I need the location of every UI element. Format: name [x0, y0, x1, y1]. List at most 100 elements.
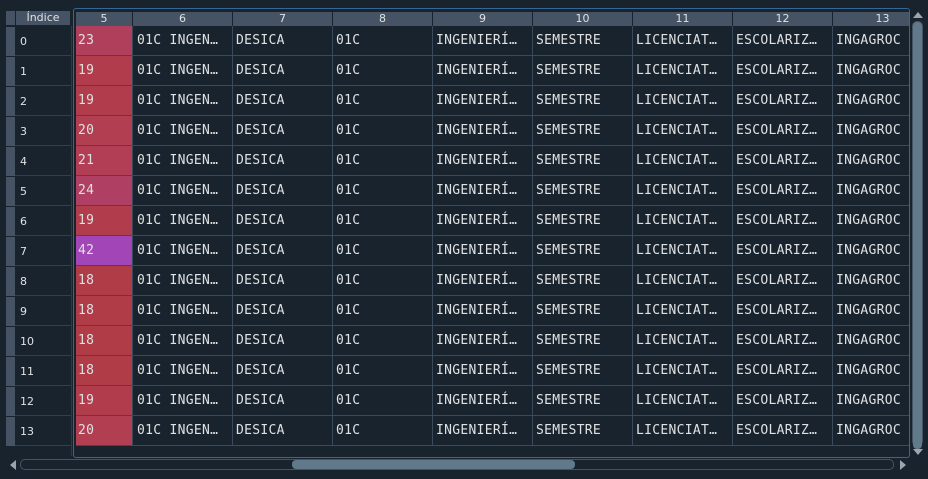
table-cell[interactable]: 19	[76, 386, 133, 416]
table-cell[interactable]: INGAGROC	[833, 356, 909, 386]
table-cell[interactable]: ESCOLARIZ…	[733, 26, 833, 56]
table-cell[interactable]: ESCOLARIZ…	[733, 146, 833, 176]
index-row[interactable]: 8	[6, 266, 71, 296]
table-cell[interactable]: SEMESTRE	[533, 326, 633, 356]
table-cell[interactable]: INGAGROC	[833, 86, 909, 116]
table-cell[interactable]: INGENIERÍ…	[433, 236, 533, 266]
table-cell[interactable]: 01C INGEN…	[133, 236, 233, 266]
table-cell[interactable]: 01C INGEN…	[133, 326, 233, 356]
index-row[interactable]: 10	[6, 326, 71, 356]
table-cell[interactable]: ESCOLARIZ…	[733, 56, 833, 86]
index-row[interactable]: 1	[6, 56, 71, 86]
table-cell[interactable]: INGAGROC	[833, 266, 909, 296]
table-row[interactable]: 19 01C INGEN… DESICA 01C INGENIERÍ… SEMESTRE L…	[74, 56, 909, 86]
table-cell[interactable]: 01C	[333, 386, 433, 416]
table-cell[interactable]: INGAGROC	[833, 386, 909, 416]
table-cell[interactable]: 01C INGEN…	[133, 266, 233, 296]
table-cell[interactable]: INGENIERÍ…	[433, 326, 533, 356]
table-cell[interactable]: INGAGROC	[833, 56, 909, 86]
table-cell[interactable]: SEMESTRE	[533, 386, 633, 416]
table-cell[interactable]: DESICA	[233, 56, 333, 86]
table-cell[interactable]: 42	[76, 236, 133, 266]
table-cell[interactable]: SEMESTRE	[533, 86, 633, 116]
column-header[interactable]: 5	[76, 12, 133, 26]
table-row[interactable]: 19 01C INGEN… DESICA 01C INGENIERÍ… SEMESTRE L…	[74, 86, 909, 116]
table-cell[interactable]: 01C INGEN…	[133, 206, 233, 236]
table-cell[interactable]: 19	[76, 86, 133, 116]
column-header[interactable]: 8	[333, 12, 433, 26]
table-cell[interactable]: DESICA	[233, 416, 333, 446]
table-cell[interactable]: INGAGROC	[833, 416, 909, 446]
table-cell[interactable]: ESCOLARIZ…	[733, 326, 833, 356]
table-cell[interactable]: SEMESTRE	[533, 56, 633, 86]
table-cell[interactable]: 01C	[333, 206, 433, 236]
table-cell[interactable]: SEMESTRE	[533, 416, 633, 446]
table-cell[interactable]: INGENIERÍ…	[433, 176, 533, 206]
column-header[interactable]: 9	[433, 12, 533, 26]
table-cell[interactable]: 01C	[333, 86, 433, 116]
index-row[interactable]: 0	[6, 26, 71, 56]
table-cell[interactable]: LICENCIAT…	[633, 176, 733, 206]
horizontal-scrollbar[interactable]	[8, 458, 908, 471]
table-cell[interactable]: 01C INGEN…	[133, 146, 233, 176]
table-cell[interactable]: LICENCIAT…	[633, 236, 733, 266]
table-cell[interactable]: LICENCIAT…	[633, 386, 733, 416]
index-row[interactable]: 5	[6, 176, 71, 206]
table-cell[interactable]: 19	[76, 206, 133, 236]
table-cell[interactable]: INGAGROC	[833, 146, 909, 176]
table-row[interactable]: 20 01C INGEN… DESICA 01C INGENIERÍ… SEMESTRE L…	[74, 116, 909, 146]
table-cell[interactable]: INGAGROC	[833, 26, 909, 56]
column-header[interactable]: 6	[133, 12, 233, 26]
table-cell[interactable]: SEMESTRE	[533, 236, 633, 266]
table-cell[interactable]: 01C	[333, 146, 433, 176]
column-header[interactable]: 12	[733, 12, 833, 26]
table-cell[interactable]: 01C	[333, 236, 433, 266]
table-cell[interactable]: INGAGROC	[833, 296, 909, 326]
index-row[interactable]: 12	[6, 386, 71, 416]
vertical-scrollbar[interactable]	[911, 10, 924, 455]
table-cell[interactable]: 18	[76, 266, 133, 296]
table-cell[interactable]: 01C	[333, 116, 433, 146]
table-cell[interactable]: INGENIERÍ…	[433, 296, 533, 326]
column-header[interactable]: 7	[233, 12, 333, 26]
table-cell[interactable]: 01C	[333, 326, 433, 356]
index-row[interactable]: 4	[6, 146, 71, 176]
table-cell[interactable]: 01C INGEN…	[133, 176, 233, 206]
table-row[interactable]: 18 01C INGEN… DESICA 01C INGENIERÍ… SEMESTRE L…	[74, 266, 909, 296]
table-cell[interactable]: ESCOLARIZ…	[733, 356, 833, 386]
table-cell[interactable]: INGAGROC	[833, 206, 909, 236]
index-row[interactable]: 13	[6, 416, 71, 446]
table-cell[interactable]: ESCOLARIZ…	[733, 416, 833, 446]
table-cell[interactable]: INGENIERÍ…	[433, 56, 533, 86]
table-cell[interactable]: INGENIERÍ…	[433, 266, 533, 296]
table-cell[interactable]: INGENIERÍ…	[433, 206, 533, 236]
table-row[interactable]: 18 01C INGEN… DESICA 01C INGENIERÍ… SEMESTRE L…	[74, 326, 909, 356]
table-cell[interactable]: 01C INGEN…	[133, 356, 233, 386]
data-grid[interactable]: 5 6 7 8 9 10 11 12 13 23 01C INGEN… DESICA 01C INGEN…	[73, 8, 910, 458]
table-cell[interactable]: DESICA	[233, 206, 333, 236]
table-cell[interactable]: 01C INGEN…	[133, 416, 233, 446]
table-cell[interactable]: DESICA	[233, 146, 333, 176]
scroll-left-arrow-icon[interactable]	[10, 460, 16, 470]
table-cell[interactable]: ESCOLARIZ…	[733, 266, 833, 296]
table-cell[interactable]: 01C INGEN…	[133, 26, 233, 56]
table-cell[interactable]: 01C INGEN…	[133, 56, 233, 86]
table-cell[interactable]: ESCOLARIZ…	[733, 206, 833, 236]
table-cell[interactable]: DESICA	[233, 356, 333, 386]
index-row[interactable]: 2	[6, 86, 71, 116]
table-cell[interactable]: SEMESTRE	[533, 26, 633, 56]
table-row[interactable]: 23 01C INGEN… DESICA 01C INGENIERÍ… SEMESTRE L…	[74, 26, 909, 56]
table-cell[interactable]: SEMESTRE	[533, 146, 633, 176]
table-cell[interactable]: ESCOLARIZ…	[733, 296, 833, 326]
table-cell[interactable]: DESICA	[233, 386, 333, 416]
table-cell[interactable]: ESCOLARIZ…	[733, 86, 833, 116]
table-cell[interactable]: DESICA	[233, 86, 333, 116]
table-cell[interactable]: ESCOLARIZ…	[733, 116, 833, 146]
table-cell[interactable]: INGENIERÍ…	[433, 116, 533, 146]
table-cell[interactable]: 20	[76, 116, 133, 146]
table-cell[interactable]: 24	[76, 176, 133, 206]
table-cell[interactable]: LICENCIAT…	[633, 26, 733, 56]
table-cell[interactable]: 18	[76, 356, 133, 386]
table-cell[interactable]: DESICA	[233, 236, 333, 266]
table-cell[interactable]: 01C INGEN…	[133, 386, 233, 416]
